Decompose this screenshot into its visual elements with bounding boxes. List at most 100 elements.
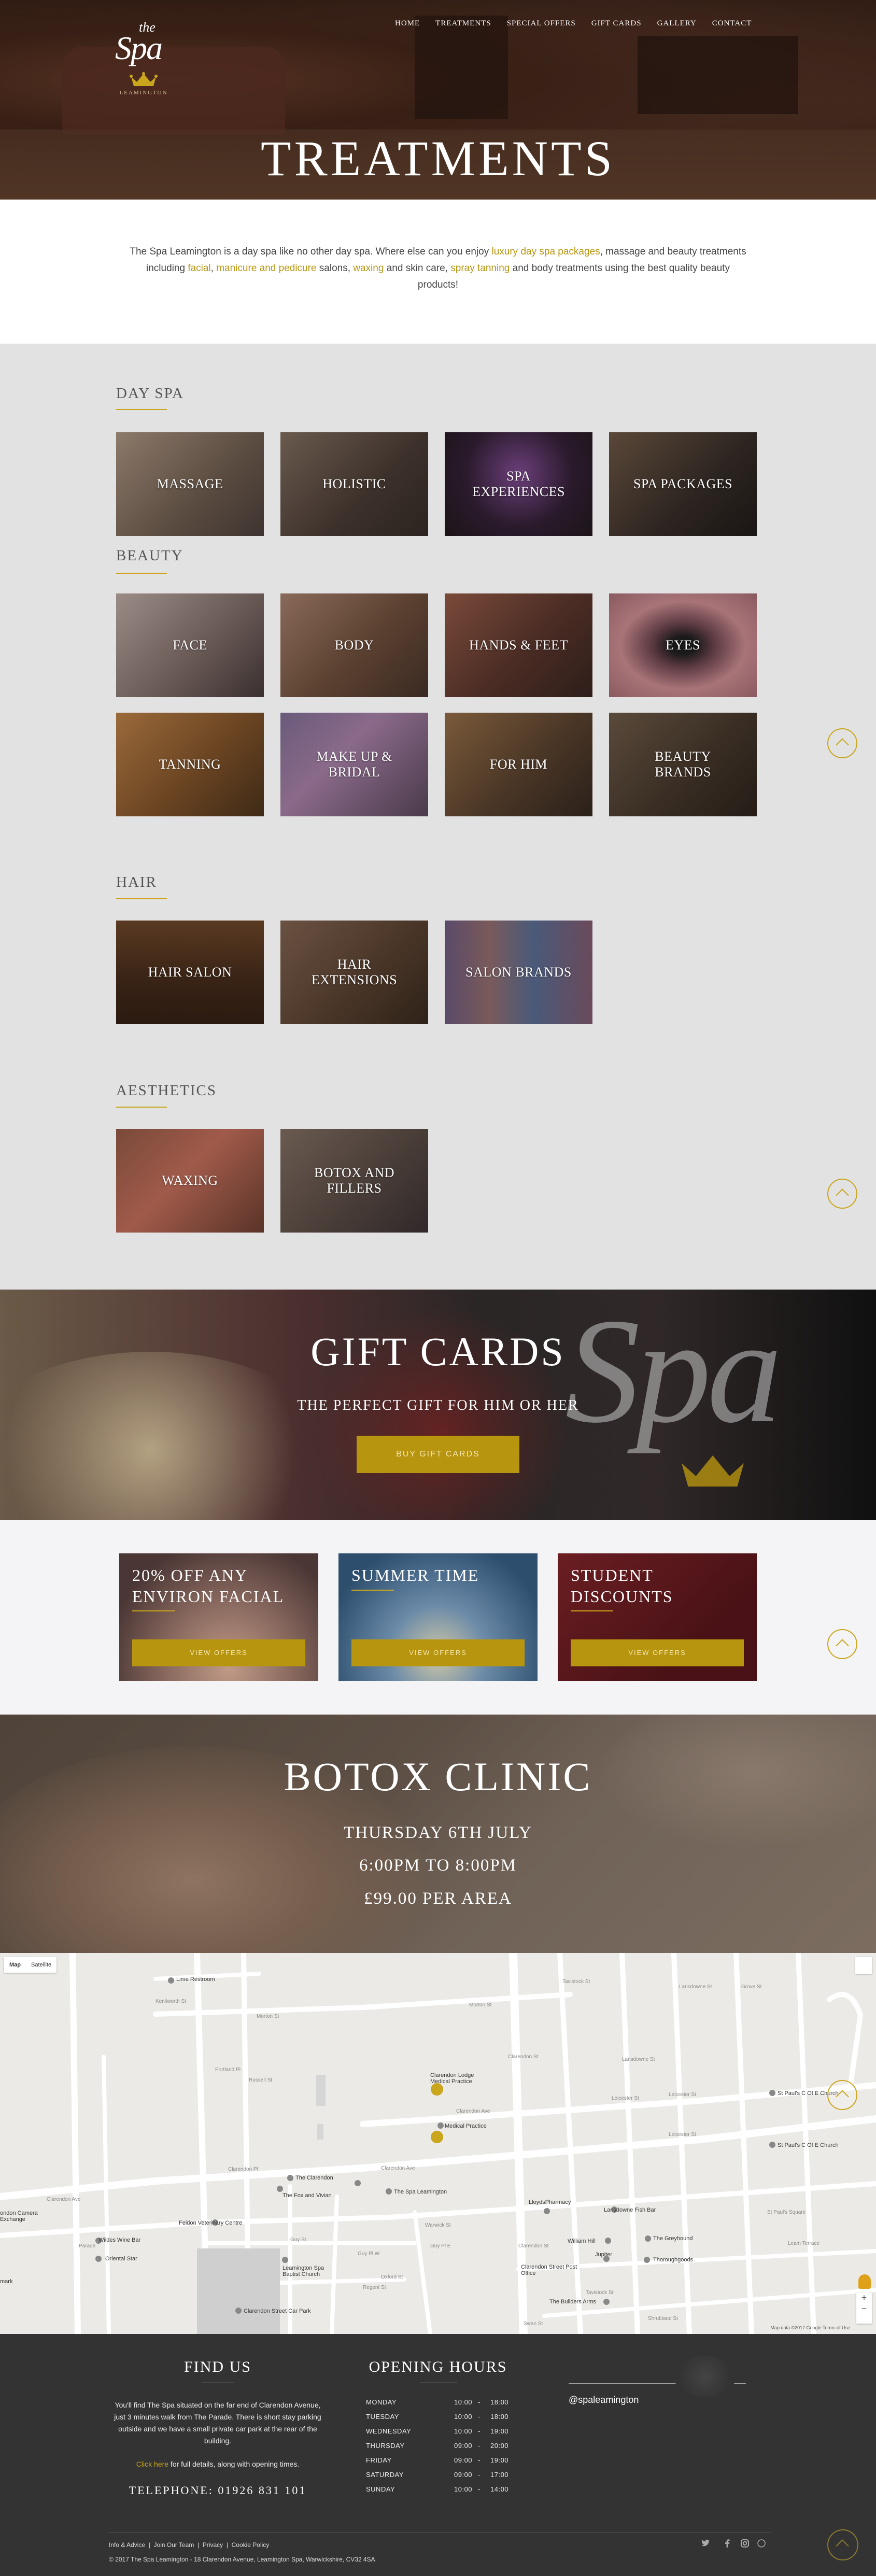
hours-day: SUNDAY	[366, 2485, 395, 2493]
map-place: Oriental Star	[105, 2256, 137, 2262]
address-line: You'll find The Spa situated on the far …	[115, 2401, 321, 2409]
buy-gift-cards-button[interactable]: BUY GIFT CARDS	[357, 1436, 519, 1473]
tile-label: MASSAGE	[157, 476, 223, 491]
map-street: Leicester St	[612, 2096, 639, 2101]
tile-eyes[interactable]: EYES	[609, 593, 757, 697]
view-offers-button[interactable]: VIEW OFFERS	[351, 1639, 525, 1666]
tile-spa-experiences[interactable]: SPA EXPERIENCES	[445, 432, 592, 536]
back-to-top-button[interactable]	[827, 1179, 857, 1209]
link-facial[interactable]: facial	[188, 263, 210, 274]
zoom-in-icon[interactable]: +	[856, 2292, 872, 2303]
telephone-number[interactable]: TELEPHONE: 01926 831 101	[109, 2484, 327, 2497]
offer-title: 20% OFF ANY ENVIRON FACIAL	[132, 1565, 284, 1607]
twitter-icon[interactable]	[701, 2539, 710, 2549]
offer-card-student-discounts[interactable]: STUDENT DISCOUNTS VIEW OFFERS	[558, 1553, 757, 1681]
hours-open: 10:00	[454, 2413, 473, 2421]
gift-title: GIFT CARDS	[310, 1329, 566, 1374]
hours-row: THURSDAY 09:00- 20:00	[366, 2442, 511, 2456]
zoom-out-icon[interactable]: −	[856, 2303, 872, 2314]
nav-contact[interactable]: CONTACT	[712, 19, 752, 28]
hours-open: 09:00	[454, 2442, 473, 2450]
map-place: Clarendon Street Post Office	[521, 2264, 577, 2276]
page-title: TREATMENTS	[261, 131, 615, 186]
footer-link-info-advice[interactable]: Info & Advice	[109, 2541, 145, 2549]
map-type-map[interactable]: Map	[4, 1957, 26, 1973]
nav-special-offers[interactable]: SPECIAL OFFERS	[507, 19, 576, 28]
nav-gift-cards[interactable]: GIFT CARDS	[591, 19, 642, 28]
map-place: The Greyhound	[653, 2235, 693, 2242]
nav-gallery[interactable]: GALLERY	[657, 19, 697, 28]
opening-hours-heading: OPENING HOURS	[369, 2358, 507, 2375]
tile-holistic[interactable]: HOLISTIC	[280, 432, 428, 536]
tile-massage[interactable]: MASSAGE	[116, 432, 264, 536]
crown-icon	[682, 1455, 744, 1487]
view-offers-button[interactable]: VIEW OFFERS	[571, 1639, 744, 1666]
map-type-satellite[interactable]: Satellite	[26, 1957, 56, 1973]
offer-card-summer-time[interactable]: SUMMER TIME VIEW OFFERS	[338, 1553, 538, 1681]
chevron-up-icon	[836, 1188, 849, 1202]
click-here-link[interactable]: Click here	[136, 2460, 168, 2468]
tile-tanning[interactable]: TANNING	[116, 713, 264, 816]
footer-link-join-our-team[interactable]: Join Our Team	[154, 2541, 194, 2549]
instagram-icon[interactable]	[740, 2539, 750, 2549]
map-attribution: Map data ©2017 Google Terms of Use	[770, 2325, 850, 2330]
tile-body[interactable]: BODY	[280, 593, 428, 697]
map-place: LloydsPharmacy	[529, 2199, 571, 2205]
tile-for-him[interactable]: FOR HIM	[445, 713, 592, 816]
street-view-pegman-icon[interactable]	[858, 2274, 871, 2289]
tile-label: FOR HIM	[489, 757, 548, 772]
link-manicure-pedicure[interactable]: manicure and pedicure	[216, 263, 316, 274]
link-spray-tanning[interactable]: spray tanning	[450, 263, 510, 274]
footer-link-cookie-policy[interactable]: Cookie Policy	[232, 2541, 270, 2549]
map-street: Russell St	[249, 2077, 273, 2083]
instagram-handle[interactable]: @spaleamington	[569, 2395, 639, 2405]
details-text-part: for full details, along with opening tim…	[168, 2460, 300, 2468]
footer-links: Info & Advice | Join Our Team | Privacy …	[109, 2541, 269, 2549]
footer-link-privacy[interactable]: Privacy	[203, 2541, 223, 2549]
offer-card-environ-facial[interactable]: 20% OFF ANY ENVIRON FACIAL VIEW OFFERS	[119, 1553, 318, 1681]
tile-salon-brands[interactable]: SALON BRANDS	[445, 921, 592, 1024]
instagram-watermark-icon	[674, 2356, 736, 2397]
hours-day: MONDAY	[366, 2398, 397, 2406]
location-map[interactable]: Map Satellite + − Map data ©2017 Google …	[0, 1953, 876, 2334]
tile-botox-fillers[interactable]: BOTOX AND FILLERS	[280, 1129, 428, 1233]
logo-location: LEAMINGTON	[119, 90, 168, 96]
view-offers-button[interactable]: VIEW OFFERS	[132, 1639, 305, 1666]
tile-hair-salon[interactable]: HAIR SALON	[116, 921, 264, 1024]
link-waxing[interactable]: waxing	[353, 263, 384, 274]
hours-open: 09:00	[454, 2471, 473, 2479]
link-day-spa-packages[interactable]: luxury day spa packages	[492, 246, 600, 257]
tile-beauty-brands[interactable]: BEAUTY BRANDS	[609, 713, 757, 816]
tile-hair-extensions[interactable]: HAIR EXTENSIONS	[280, 921, 428, 1024]
back-to-top-button[interactable]	[827, 1629, 857, 1659]
map-street: Tavistock St	[586, 2290, 614, 2296]
tile-face[interactable]: FACE	[116, 593, 264, 697]
back-to-top-button[interactable]	[827, 728, 857, 758]
hours-sep: -	[478, 2471, 481, 2479]
gift-background-shape	[0, 1352, 332, 1520]
offer-divider	[132, 1610, 175, 1611]
nav-home[interactable]: HOME	[395, 19, 420, 28]
map-place: Wildes Wine Bar	[98, 2237, 141, 2243]
back-to-top-button[interactable]	[827, 2529, 858, 2560]
map-street: Leicester St	[669, 2092, 696, 2098]
nav-treatments[interactable]: TREATMENTS	[435, 19, 491, 28]
fullscreen-icon[interactable]	[855, 1957, 872, 1974]
botox-price: £99.00 PER AREA	[364, 1889, 512, 1908]
back-to-top-button[interactable]	[827, 2080, 857, 2110]
hours-close: 18:00	[490, 2413, 509, 2421]
map-street: Parade	[79, 2243, 96, 2249]
tile-spa-packages[interactable]: SPA PACKAGES	[609, 432, 757, 536]
logo-spa: Spa	[115, 30, 163, 66]
spa-logo[interactable]: the Spa LEAMINGTON	[115, 20, 172, 97]
map-street: Kenilworth St	[156, 1999, 186, 2004]
pinterest-icon[interactable]	[757, 2539, 766, 2549]
facebook-icon[interactable]	[723, 2539, 732, 2549]
map-place: ondon Camera Exchange	[0, 2210, 38, 2223]
tile-waxing[interactable]: WAXING	[116, 1129, 264, 1233]
map-street: Swan St	[524, 2321, 543, 2327]
hours-row: TUESDAY 10:00- 18:00	[366, 2413, 511, 2427]
tile-hands-feet[interactable]: HANDS & FEET	[445, 593, 592, 697]
tile-make-up-bridal[interactable]: MAKE UP & BRIDAL	[280, 713, 428, 816]
intro-text-part: and skin care,	[384, 263, 451, 274]
